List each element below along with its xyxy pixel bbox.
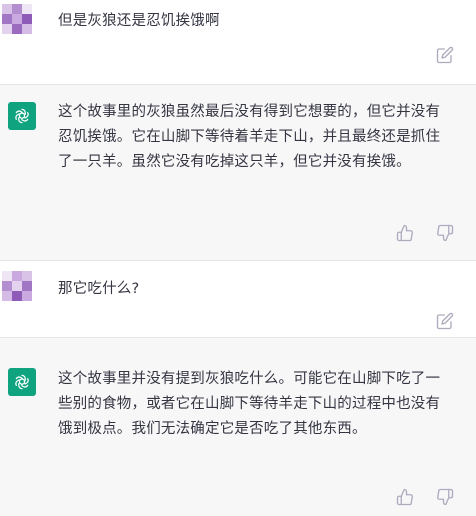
user-message-text: 但是灰狼还是忍饥挨饿啊 [58,13,220,29]
user-message-text: 那它吃什么? [58,281,140,297]
edit-icon[interactable] [436,46,454,64]
chatgpt-logo-icon [8,102,36,130]
user-message-1: 但是灰狼还是忍饥挨饿啊 [0,0,476,84]
assistant-message-text: 这个故事里的灰狼虽然最后没有得到它想要的，但它并没有忍饥挨饿。它在山脚下等待着羊… [58,104,441,170]
user-avatar [2,271,32,301]
user-avatar [2,4,32,34]
assistant-message-1: 这个故事里的灰狼虽然最后没有得到它想要的，但它并没有忍饥挨饿。它在山脚下等待着羊… [0,85,476,260]
edit-icon[interactable] [436,312,454,330]
user-message-2: 那它吃什么? [0,261,476,337]
assistant-message-2: 这个故事里并没有提到灰狼吃什么。可能它在山脚下吃了一些别的食物，或者它在山脚下等… [0,338,476,516]
thumbs-down-icon[interactable] [436,224,454,242]
thumbs-up-icon[interactable] [396,224,414,242]
thumbs-up-icon[interactable] [396,488,414,506]
chatgpt-logo-icon [8,368,36,396]
assistant-message-text: 这个故事里并没有提到灰狼吃什么。可能它在山脚下吃了一些别的食物，或者它在山脚下等… [58,371,441,437]
thumbs-down-icon[interactable] [436,488,454,506]
